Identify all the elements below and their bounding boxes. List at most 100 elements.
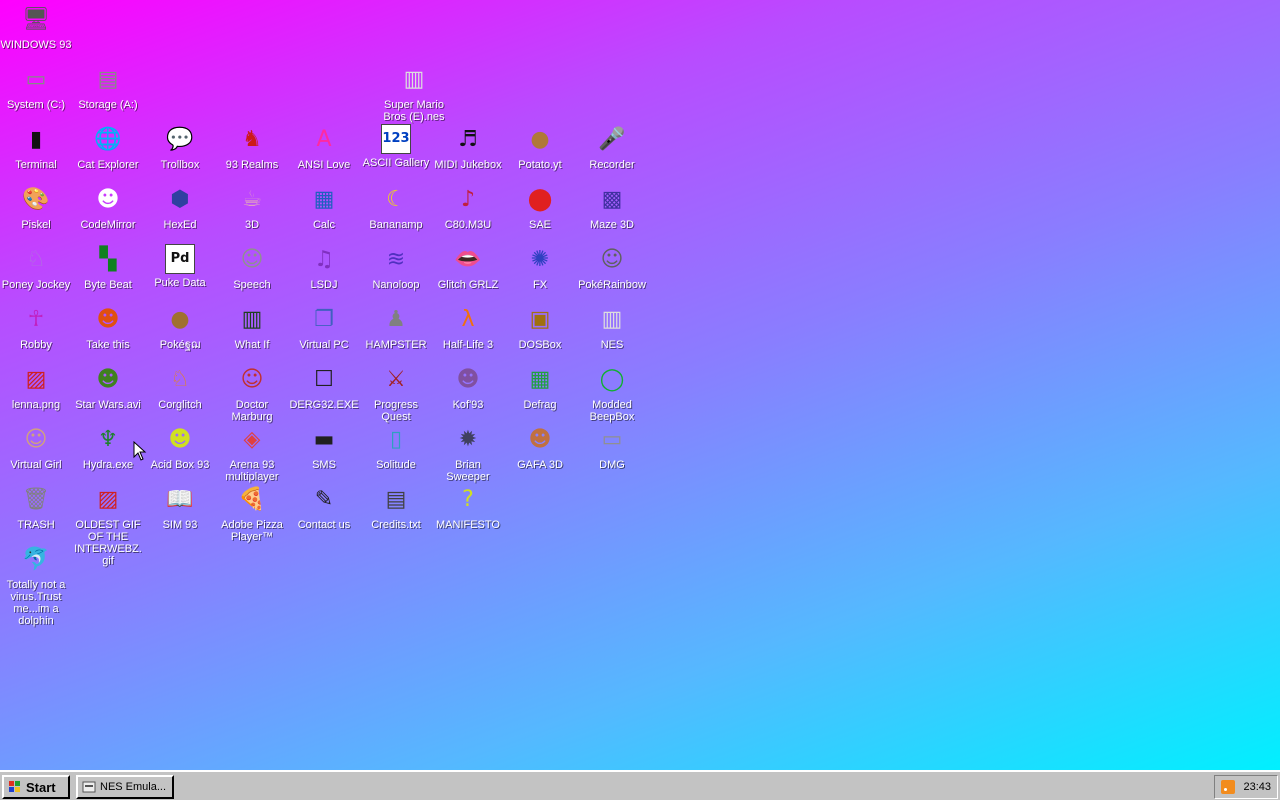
desktop-icon[interactable]: 🐬 Totally not a virus.Trust me...im a dol… (0, 544, 72, 627)
desktop-icon[interactable]: ▦ Calc (288, 184, 360, 231)
desktop-icon[interactable]: ☻ Star Wars.avi (72, 364, 144, 411)
desktop-icon-label: Corglitch (158, 399, 202, 411)
color-cube-icon: ◈ (243, 427, 261, 452)
yoda-icon: ☻ (96, 367, 120, 392)
taskbar-item-nes-emulator[interactable]: NES Emula... (76, 775, 174, 799)
desktop-icon[interactable]: ▨ lenna.png (0, 364, 72, 411)
mage-icon: ♞ (242, 127, 262, 152)
desktop-icon[interactable]: ☐ DERG32.EXE (288, 364, 360, 411)
codemirror-icon: ☻ (96, 187, 120, 212)
desktop-icon[interactable]: ☻ GAFA 3D (504, 424, 576, 471)
desktop-icon[interactable]: λ Half-Life 3 (432, 304, 504, 351)
desktop-icon-label: NES (600, 339, 624, 351)
chat-bubble-icon: 💬 (166, 127, 194, 152)
desktop-icon[interactable]: ◯ Modded BeepBox (576, 364, 648, 423)
desktop-icon[interactable]: ♟ HAMPSTER (360, 304, 432, 351)
desktop-icon[interactable]: ≋ Nanoloop (360, 244, 432, 291)
desktop-icon[interactable]: ▬ SMS (288, 424, 360, 471)
desktop-icon[interactable]: ? MANIFESTO (432, 484, 504, 531)
desktop-icon[interactable]: ☺ PokéRainbow (576, 244, 648, 291)
desktop-icon-label: lenna.png (11, 399, 61, 411)
desktop-icon[interactable]: ▚ Byte Beat (72, 244, 144, 291)
desktop-icon[interactable]: 📖 SIM 93 (144, 484, 216, 531)
doctor-icon: ☺ (240, 367, 264, 392)
desktop-icon[interactable]: ▤ Storage (A:) (72, 64, 144, 111)
desktop-icon[interactable]: ▭ System (C:) (0, 64, 72, 111)
desktop-icon-label: SMS (312, 459, 336, 471)
start-button[interactable]: Start (2, 775, 70, 799)
desktop-icon[interactable]: ♘ Corglitch (144, 364, 216, 411)
desktop-icon[interactable]: 💬 Trollbox (144, 124, 216, 171)
desktop-icon[interactable]: ⬢ HexEd (144, 184, 216, 231)
desktop-icon[interactable]: ☺ Doctor Marburg (216, 364, 288, 423)
question-mark-icon: ? (462, 487, 474, 512)
desktop-icon[interactable]: 🍕 Adobe Pizza Player™ (216, 484, 288, 543)
desktop-icon[interactable]: ▤ Credits.txt (360, 484, 432, 531)
desktop-icon[interactable]: ▥ NES (576, 304, 648, 351)
desktop-icon-label: PokéRainbow (578, 279, 646, 291)
desktop-icon[interactable]: ✺ FX (504, 244, 576, 291)
banana-icon: ☾ (386, 187, 406, 212)
pokeball-icon: ● (170, 307, 190, 332)
desktop-icon[interactable]: ☻ Take this (72, 304, 144, 351)
desktop-icon[interactable]: ☻ Acid Box 93 (144, 424, 216, 471)
pixel-man-icon: ☻ (96, 307, 120, 332)
desktop-icon[interactable]: ☺ Speech (216, 244, 288, 291)
desktop-icon[interactable]: Pd Puke Data (144, 244, 216, 289)
desktop-icon-label: Virtual Girl (10, 459, 62, 471)
desktop-icon[interactable]: A ANSI Love (288, 124, 360, 171)
desktop-icon[interactable]: 👄 Glitch GRLZ (432, 244, 504, 291)
desktop-icon[interactable]: ● Potato.yt (504, 124, 576, 171)
desktop-icon[interactable]: 🎨 Piskel (0, 184, 72, 231)
desktop-icon-label: ASCII Gallery (362, 157, 430, 169)
desktop-icon[interactable]: ▭ DMG (576, 424, 648, 471)
desktop-icon-label: System (C:) (6, 99, 66, 111)
speech-face-icon: ☺ (240, 247, 264, 272)
desktop-icon[interactable]: 🖥 WINDOWS 93 (0, 4, 72, 51)
desktop-icon[interactable]: ● Pokéฐฌ (144, 304, 216, 351)
desktop-icon[interactable]: ▯ Solitude (360, 424, 432, 471)
desktop-icon[interactable]: ⚔ Progress Quest (360, 364, 432, 423)
desktop-icon[interactable]: ❐ Virtual PC (288, 304, 360, 351)
desktop-icon[interactable]: ☕ 3D (216, 184, 288, 231)
desktop-icon[interactable]: ♞ 93 Realms (216, 124, 288, 171)
desktop-icon[interactable]: ♘ Poney Jockey (0, 244, 72, 291)
desktop-icon[interactable]: ☺ Virtual Girl (0, 424, 72, 471)
desktop-icon[interactable]: ▥ Super Mario Bros (E).nes (378, 64, 450, 123)
desktop-icon-label: Trollbox (160, 159, 200, 171)
desktop-icon[interactable]: ♫ LSDJ (288, 244, 360, 291)
desktop-icon-label: Storage (A:) (78, 99, 138, 111)
nes-app-icon (82, 780, 96, 794)
nes-console-icon: ▥ (601, 307, 623, 332)
desktop-icon[interactable]: ▥ What If (216, 304, 288, 351)
dolphin-icon: 🐬 (22, 547, 50, 572)
desktop-icon[interactable]: ✹ Brian Sweeper (432, 424, 504, 483)
desktop-icon[interactable]: ☾ Bananamp (360, 184, 432, 231)
desktop-icon[interactable]: 🌐 Cat Explorer (72, 124, 144, 171)
desktop-icon[interactable]: ▨ OLDEST GIF OF THE INTERWEBZ.gif (72, 484, 144, 567)
desktop-icon[interactable]: ⬤ SAE (504, 184, 576, 231)
desktop-icon[interactable]: 🎤 Recorder (576, 124, 648, 171)
desktop-icon[interactable]: ▦ Defrag (504, 364, 576, 411)
desktop-icon[interactable]: ♬ MIDI Jukebox (432, 124, 504, 171)
desktop-icon[interactable]: ✎ Contact us (288, 484, 360, 531)
desktop-icon[interactable]: 123 ASCII Gallery (360, 124, 432, 169)
desktop-icon-label: Maze 3D (589, 219, 635, 231)
calculator-icon: ▦ (313, 187, 335, 212)
desktop-icon[interactable]: 🗑 TRASH (0, 484, 72, 531)
desktop-icon[interactable]: ☻ Kof'93 (432, 364, 504, 411)
rss-icon[interactable] (1221, 780, 1236, 794)
lips-icon: 👄 (454, 247, 482, 272)
lambda-icon: λ (461, 307, 475, 332)
desktop-icon[interactable]: ♪ C80.M3U (432, 184, 504, 231)
desktop-icon[interactable]: ◈ Arena 93 multiplayer (216, 424, 288, 483)
text-file-icon: ▤ (385, 487, 407, 512)
desktop-icon-label: Credits.txt (371, 519, 421, 531)
desktop-icon[interactable]: ▮ Terminal (0, 124, 72, 171)
gif-file-icon: ▨ (97, 487, 119, 512)
desktop-icon[interactable]: ☻ CodeMirror (72, 184, 144, 231)
desktop-icon[interactable]: ▩ Maze 3D (576, 184, 648, 231)
desktop-icon[interactable]: ▣ DOSBox (504, 304, 576, 351)
desktop-icon-label: Byte Beat (84, 279, 132, 291)
desktop-icon[interactable]: ☥ Robby (0, 304, 72, 351)
